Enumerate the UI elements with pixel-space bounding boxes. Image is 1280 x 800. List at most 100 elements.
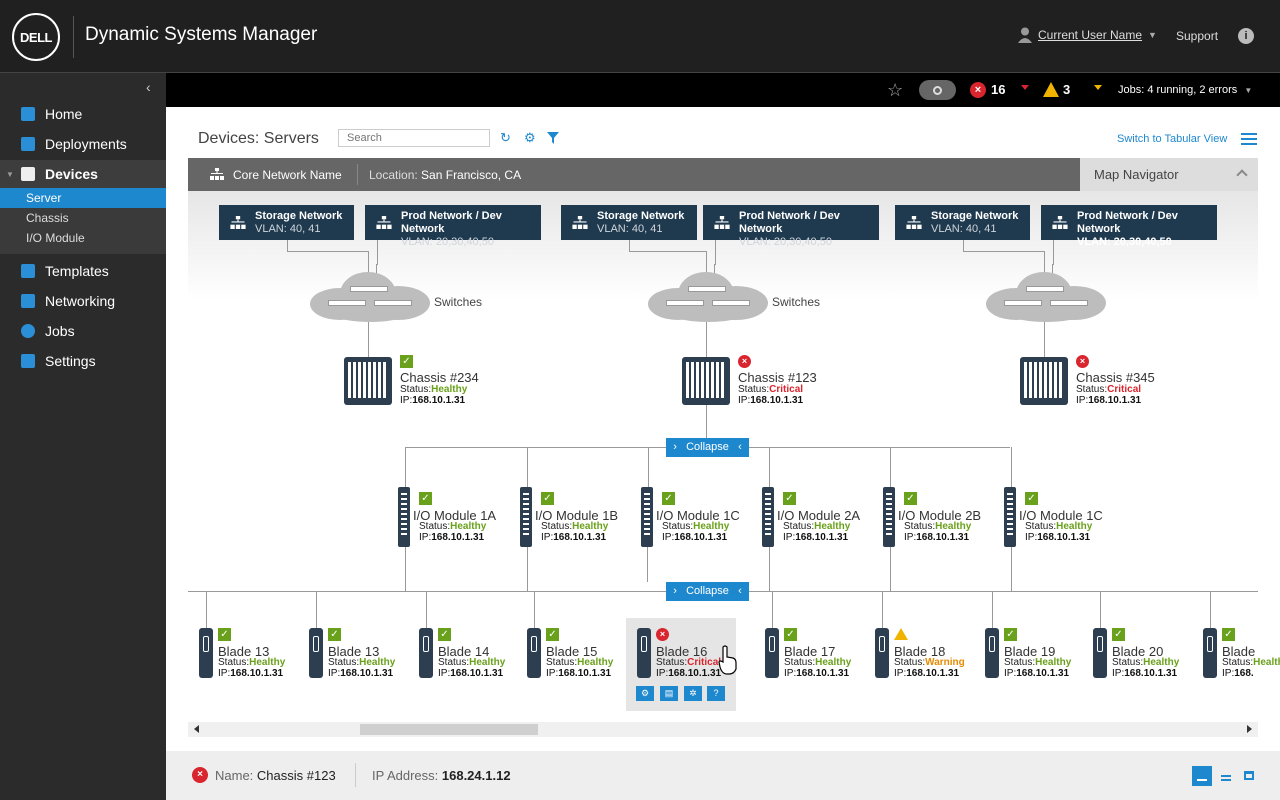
sidebar-item-deployments[interactable]: Deployments (0, 130, 166, 158)
chassis-icon[interactable] (682, 357, 730, 405)
blade-server-icon[interactable] (199, 628, 213, 678)
switch-cloud-icon[interactable] (310, 272, 430, 322)
sidebar-item-home[interactable]: Home (0, 100, 166, 128)
chassis-icon[interactable] (1020, 357, 1068, 405)
chevron-down-icon[interactable]: ▼ (1148, 30, 1157, 40)
scroll-left-icon[interactable] (194, 725, 199, 733)
switches-label: Switches (772, 295, 821, 309)
half-panel-button[interactable] (1216, 766, 1236, 786)
healthy-check-icon: ✓ (328, 628, 341, 641)
blade-server-icon[interactable] (309, 628, 323, 678)
blade-server-icon[interactable] (1093, 628, 1107, 678)
io-module-icon[interactable] (398, 487, 410, 547)
blade-server-icon[interactable] (765, 628, 779, 678)
settings-icon[interactable]: ✲ (684, 686, 702, 701)
network-box[interactable]: Prod Network / Dev Network VLAN: 20,30,40… (1041, 205, 1217, 248)
healthy-check-icon: ✓ (1112, 628, 1125, 641)
blade-server-icon[interactable] (985, 628, 999, 678)
network-box[interactable]: Storage Network VLAN: 40, 41 (219, 205, 354, 240)
network-box-title: Storage Network (931, 210, 1019, 222)
chassis-name[interactable]: Chassis #123 (738, 370, 817, 385)
chevron-down-icon[interactable] (1021, 85, 1029, 90)
switch-cloud-icon[interactable] (648, 272, 768, 322)
star-icon[interactable]: ☆ (887, 80, 903, 101)
io-module-icon[interactable] (641, 487, 653, 547)
io-module-icon[interactable] (1004, 487, 1016, 547)
chassis-icon[interactable] (344, 357, 392, 405)
connector-line (1053, 240, 1054, 265)
sidebar-item-templates[interactable]: Templates (0, 257, 166, 285)
connector-line (706, 322, 707, 357)
minimize-panel-button[interactable] (1192, 766, 1212, 786)
switch-tabular-view-link[interactable]: Switch to Tabular View (1117, 133, 1227, 145)
network-box[interactable]: Prod Network / Dev Network VLAN: 20,30,40… (365, 205, 541, 248)
selected-name: Name: Chassis #123 (215, 768, 336, 783)
io-module-icon[interactable] (520, 487, 532, 547)
blade-server-icon[interactable] (1203, 628, 1217, 678)
connector-line (368, 251, 369, 273)
sidebar-collapse-icon[interactable]: ‹ (146, 79, 151, 95)
sidebar-item-devices[interactable]: ▼ Devices (0, 160, 166, 188)
refresh-icon[interactable]: ↻ (500, 131, 512, 144)
io-module-icon[interactable] (883, 487, 895, 547)
network-box[interactable]: Storage Network VLAN: 40, 41 (561, 205, 697, 240)
io-module-icon[interactable] (762, 487, 774, 547)
io-module-ip: IP:168.10.1.31 (1025, 532, 1091, 543)
logo-divider (73, 16, 74, 58)
chevron-down-icon[interactable] (1094, 85, 1102, 90)
blade-server-icon[interactable] (527, 628, 541, 678)
scroll-thumb[interactable] (360, 724, 538, 735)
warning-count[interactable]: 3 (1063, 82, 1070, 97)
search-input[interactable] (338, 129, 490, 147)
sidebar-item-jobs[interactable]: Jobs (0, 317, 166, 345)
network-bar: Core Network Name Location: San Francisc… (188, 158, 1080, 191)
sidebar-sub-server[interactable]: Server (0, 188, 166, 208)
switch-cloud-icon[interactable] (986, 272, 1106, 322)
user-name[interactable]: Current User Name (1038, 28, 1142, 42)
core-network-name[interactable]: Core Network Name (233, 168, 342, 182)
error-count[interactable]: 16 (991, 82, 1005, 97)
info-icon[interactable]: i (1238, 28, 1254, 44)
connector-line (769, 547, 770, 592)
user-menu[interactable]: Current User Name ▼ (1018, 27, 1157, 43)
horizontal-scrollbar[interactable] (188, 722, 1258, 737)
help-icon[interactable]: ? (707, 686, 725, 701)
filter-icon[interactable] (547, 132, 559, 144)
collapse-modules-button[interactable]: › Collapse ‹ (666, 438, 749, 457)
connector-line (749, 447, 1010, 448)
blade-server-icon[interactable] (419, 628, 433, 678)
scroll-right-icon[interactable] (1247, 725, 1252, 733)
chassis-name[interactable]: Chassis #345 (1076, 370, 1155, 385)
status-toolbar (166, 73, 1280, 107)
network-box[interactable]: Storage Network VLAN: 40, 41 (895, 205, 1030, 240)
warning-icon[interactable] (1043, 82, 1059, 97)
maximize-panel-button[interactable] (1239, 766, 1259, 786)
collapse-blades-button[interactable]: › Collapse ‹ (666, 582, 749, 601)
io-module-ip: IP:168.10.1.31 (783, 532, 849, 543)
blade-status: Status:Warning (894, 657, 965, 668)
selected-ip: IP Address: 168.24.1.12 (372, 768, 511, 783)
dell-logo[interactable]: DELL (12, 13, 60, 61)
blade-server-icon[interactable] (637, 628, 651, 678)
connector-line (706, 405, 707, 438)
gear-icon[interactable]: ⚙ (524, 131, 536, 144)
sidebar-item-settings[interactable]: Settings (0, 347, 166, 375)
connector-line (287, 251, 368, 252)
blade-server-icon[interactable] (875, 628, 889, 678)
sidebar-sub-chassis[interactable]: Chassis (0, 208, 166, 228)
error-icon[interactable]: × (970, 82, 986, 98)
sidebar-item-networking[interactable]: Networking (0, 287, 166, 315)
support-link[interactable]: Support (1176, 29, 1218, 43)
search-icon[interactable] (919, 80, 956, 100)
list-view-icon[interactable] (1241, 133, 1257, 145)
connector-line (1100, 591, 1101, 628)
chassis-name[interactable]: Chassis #234 (400, 370, 479, 385)
network-hierarchy-icon (572, 216, 588, 229)
document-icon[interactable]: ▤ (660, 686, 678, 701)
blade-ip: IP:168.10.1.31 (328, 668, 394, 679)
network-box[interactable]: Prod Network / Dev Network VLAN: 20,30,40… (703, 205, 879, 248)
sidebar-sub-io-module[interactable]: I/O Module (0, 228, 166, 248)
jobs-status[interactable]: Jobs: 4 running, 2 errors ▼ (1118, 84, 1252, 96)
map-navigator-toggle[interactable]: Map Navigator (1080, 158, 1258, 191)
gear-icon[interactable]: ⚙ (636, 686, 654, 701)
